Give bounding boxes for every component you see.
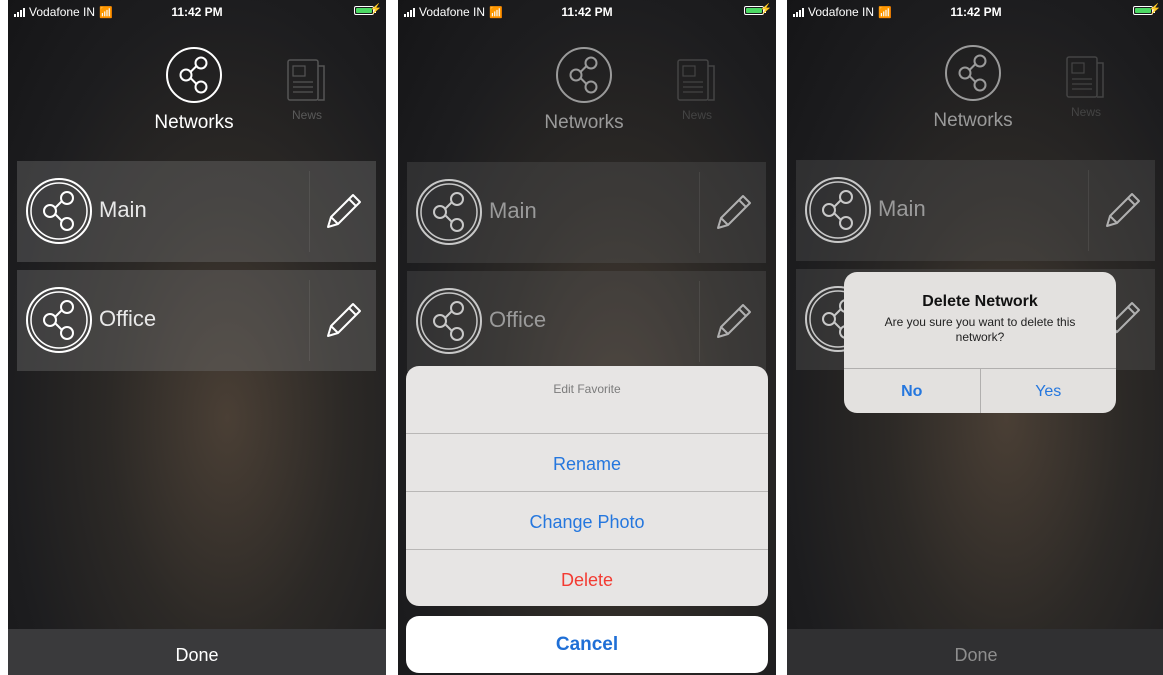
row-divider	[1088, 170, 1089, 251]
pencil-icon[interactable]	[322, 189, 366, 233]
status-bar: Vodafone IN 📶 11:42 PM ⚡	[8, 0, 386, 22]
network-share-icon	[26, 178, 92, 244]
network-row-main[interactable]: Main	[407, 162, 766, 263]
share-icon	[166, 47, 222, 103]
tab-networks-label: Networks	[933, 110, 1013, 131]
rename-button[interactable]: Rename	[406, 434, 768, 492]
network-row-office[interactable]: Office	[407, 271, 766, 372]
newspaper-icon	[1066, 56, 1104, 98]
tab-news-label: News	[1070, 105, 1101, 119]
tab-networks-label: Networks	[544, 112, 624, 133]
share-icon	[945, 45, 1001, 101]
carrier-indicator: Vodafone IN 📶	[404, 5, 503, 19]
signal-icon	[404, 7, 415, 17]
wifi-icon: 📶	[489, 6, 503, 19]
network-name: Main	[489, 198, 537, 223]
network-name: Office	[489, 307, 547, 332]
wifi-icon: 📶	[878, 6, 892, 19]
row-divider	[309, 280, 310, 361]
charging-icon: ⚡	[369, 4, 382, 15]
done-button[interactable]: Done	[787, 629, 1163, 675]
alert-buttons: No Yes	[844, 368, 1116, 413]
signal-icon	[793, 7, 804, 17]
tab-networks[interactable]: Networks	[933, 44, 1013, 132]
carrier-name: Vodafone IN	[419, 5, 486, 19]
network-share-icon	[26, 287, 92, 353]
newspaper-icon	[287, 59, 325, 101]
tab-news[interactable]: News	[670, 58, 724, 122]
cancel-button[interactable]: Cancel	[406, 616, 768, 673]
pencil-icon[interactable]	[1101, 188, 1145, 232]
change-photo-button[interactable]: Change Photo	[406, 492, 768, 550]
carrier-indicator: Vodafone IN 📶	[14, 5, 113, 19]
network-row-main[interactable]: Main	[17, 161, 376, 262]
alert-message: Are you sure you want to delete this net…	[884, 315, 1076, 344]
row-divider	[699, 281, 700, 362]
signal-icon	[14, 7, 25, 17]
carrier-indicator: Vodafone IN 📶	[793, 5, 892, 19]
status-bar: Vodafone IN 📶 11:42 PM ⚡	[787, 0, 1163, 22]
pencil-icon[interactable]	[712, 190, 756, 234]
phone-screen-action-sheet: Vodafone IN 📶 11:42 PM ⚡ Networks News M…	[398, 0, 776, 675]
tab-networks[interactable]: Networks	[154, 46, 234, 134]
tab-news[interactable]: News	[1059, 55, 1113, 119]
phone-screen-delete-alert: Vodafone IN 📶 11:42 PM ⚡ Networks News M…	[787, 0, 1163, 675]
carrier-name: Vodafone IN	[29, 5, 96, 19]
action-sheet: Edit Favorite Rename Change Photo Delete	[406, 366, 768, 606]
row-divider	[699, 172, 700, 253]
no-button[interactable]: No	[844, 369, 981, 413]
network-share-icon	[416, 288, 482, 354]
tab-networks-label: Networks	[154, 112, 234, 133]
carrier-name: Vodafone IN	[808, 5, 875, 19]
wifi-icon: 📶	[99, 6, 113, 19]
phone-screen-networks: Vodafone IN 📶 11:42 PM ⚡ Networks News M…	[8, 0, 386, 675]
pencil-icon[interactable]	[322, 298, 366, 342]
tab-networks[interactable]: Networks	[544, 46, 624, 134]
network-name: Main	[878, 196, 926, 221]
delete-button[interactable]: Delete	[406, 550, 768, 606]
status-bar: Vodafone IN 📶 11:42 PM ⚡	[398, 0, 776, 22]
done-button[interactable]: Done	[8, 629, 386, 675]
row-divider	[309, 171, 310, 252]
tab-news-label: News	[681, 108, 712, 122]
tab-news-label: News	[291, 108, 322, 122]
network-share-icon	[416, 179, 482, 245]
network-name: Office	[99, 306, 157, 331]
network-row-office[interactable]: Office	[17, 270, 376, 371]
share-icon	[556, 47, 612, 103]
pencil-icon[interactable]	[712, 299, 756, 343]
alert-title: Delete Network	[922, 293, 1038, 310]
charging-icon: ⚡	[1148, 4, 1161, 15]
network-name: Main	[99, 197, 147, 222]
delete-network-alert: Delete Network Are you sure you want to …	[844, 272, 1116, 413]
newspaper-icon	[677, 59, 715, 101]
network-row-main[interactable]: Main	[796, 160, 1155, 261]
network-share-icon	[805, 177, 871, 243]
tab-news[interactable]: News	[280, 58, 334, 122]
action-sheet-title: Edit Favorite	[406, 366, 768, 434]
yes-button[interactable]: Yes	[981, 369, 1117, 413]
charging-icon: ⚡	[759, 4, 772, 15]
